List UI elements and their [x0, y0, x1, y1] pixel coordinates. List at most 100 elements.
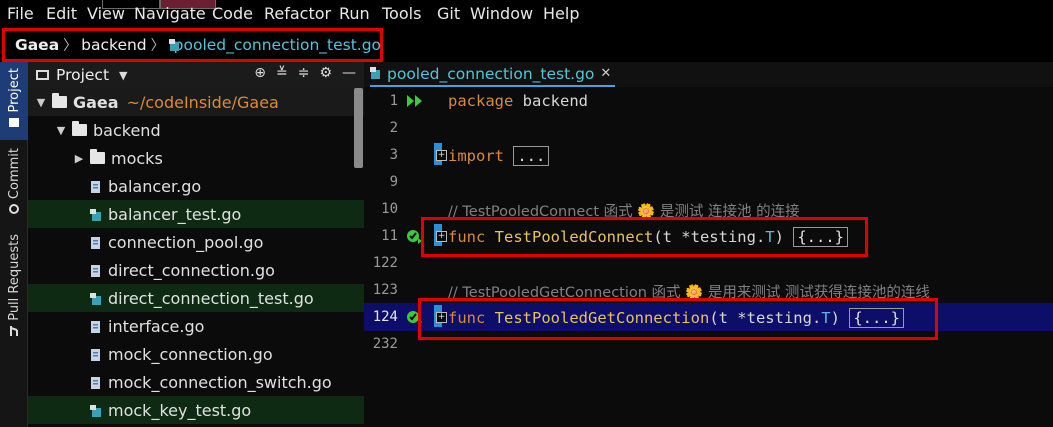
run-all-icon[interactable] [406, 94, 424, 108]
tree-item-direct-connection-test-go[interactable]: direct_connection_test.go [28, 284, 364, 312]
pull-request-icon [10, 325, 18, 336]
tool-tab-project-label: Project [6, 68, 22, 113]
tree-root[interactable]: ▼ Gaea ~/codeInside/Gaea [28, 88, 364, 116]
annotation-box [418, 298, 938, 340]
tree-item-label: mock_connection.go [108, 344, 273, 364]
folded-block[interactable]: ... [513, 146, 550, 166]
tree-item-mock-connection-go[interactable]: mock_connection.go [28, 340, 364, 368]
go-file-icon [90, 179, 101, 193]
menu-run[interactable]: Run [339, 4, 370, 23]
tree-scrollbar[interactable] [354, 88, 363, 168]
go-test-file-icon [370, 67, 382, 80]
tree-item-mock-key-test-go[interactable]: mock_key_test.go [28, 396, 364, 424]
line-number: 9 [389, 174, 398, 190]
tool-tab-commit[interactable]: Commit [0, 148, 28, 218]
line-number: 232 [372, 336, 398, 352]
folder-icon [9, 118, 19, 128]
tree-item-balancer-test-go[interactable]: balancer_test.go [28, 200, 364, 228]
chevron-down-icon[interactable]: ▼ [119, 69, 127, 82]
line-number: 2 [389, 120, 398, 136]
minimize-icon[interactable]: — [342, 65, 356, 81]
close-icon[interactable]: ✕ [600, 66, 611, 81]
tree-item-label: direct_connection.go [108, 260, 275, 280]
project-panel-header: Project ▼ ⊕ ≚ ≑ ⚙ — [28, 62, 364, 88]
go-file-icon [90, 347, 101, 361]
tool-window-strip: Project Commit Pull Requests [0, 62, 28, 427]
menu-window[interactable]: Window [470, 4, 533, 23]
breadcrumb: Gaea 〉 backend 〉 pooled_connection_test.… [2, 28, 383, 62]
locate-icon[interactable]: ⊕ [254, 65, 266, 81]
folder-icon [72, 121, 87, 136]
tree-item-label: direct_connection_test.go [108, 288, 314, 308]
project-view-icon [36, 70, 49, 80]
go-test-file-icon [90, 403, 101, 417]
line-number: 11 [381, 228, 398, 244]
line-number: 3 [389, 147, 398, 163]
tool-tab-pull-requests[interactable]: Pull Requests [0, 234, 28, 344]
go-test-file-icon [90, 291, 101, 305]
folder-icon [52, 93, 67, 108]
editor-tab-label: pooled_connection_test.go [387, 64, 595, 83]
tree-item-label: mocks [111, 148, 163, 168]
keyword: import [448, 147, 504, 165]
menu-file[interactable]: File [7, 4, 34, 23]
breadcrumb-folder[interactable]: backend [81, 36, 146, 54]
menu-edit[interactable]: Edit [46, 4, 77, 23]
tool-tab-pull-requests-label: Pull Requests [6, 234, 22, 321]
chevron-right-icon: 〉 [63, 38, 78, 54]
tree-item-balancer-go[interactable]: balancer.go [28, 172, 364, 200]
go-file-icon [90, 375, 101, 389]
tree-item-mocks[interactable]: ▶ mocks [28, 144, 364, 172]
package-name: backend [522, 92, 588, 110]
menu-view[interactable]: View [87, 4, 125, 23]
chevron-right-icon[interactable]: ▶ [72, 152, 86, 165]
expand-fold-icon[interactable]: + [436, 150, 447, 161]
line-number: 123 [372, 282, 398, 298]
breadcrumb-file[interactable]: pooled_connection_test.go [174, 36, 381, 54]
expand-all-icon[interactable]: ≚ [276, 65, 288, 81]
menu-code[interactable]: Code [212, 4, 253, 23]
tree-item-label: mock_key_test.go [108, 400, 252, 420]
go-file-icon [90, 319, 101, 333]
menu-bar: File Edit View Navigate Code Refactor Ru… [0, 0, 1053, 27]
menu-tools[interactable]: Tools [382, 4, 421, 23]
tree-item-backend[interactable]: ▼ backend [28, 116, 364, 144]
menu-navigate[interactable]: Navigate [134, 4, 206, 23]
menu-git[interactable]: Git [437, 4, 460, 23]
breadcrumb-root[interactable]: Gaea [15, 36, 59, 54]
tree-item-connection-pool-go[interactable]: connection_pool.go [28, 228, 364, 256]
collapse-all-icon[interactable]: ≑ [298, 65, 310, 81]
commit-icon [9, 204, 19, 215]
line-number: 10 [381, 201, 398, 217]
tool-tab-commit-label: Commit [6, 148, 22, 200]
tool-tab-project[interactable]: Project [0, 62, 28, 140]
tree-item-label: interface.go [108, 316, 205, 336]
menu-refactor[interactable]: Refactor [264, 4, 331, 23]
menu-help[interactable]: Help [543, 4, 579, 23]
tree-item-direct-connection-go[interactable]: direct_connection.go [28, 256, 364, 284]
tree-item-interface-go[interactable]: interface.go [28, 312, 364, 340]
tree-item-label: connection_pool.go [108, 232, 264, 252]
project-tree: ▼ Gaea ~/codeInside/Gaea ▼ backend ▶ moc… [28, 88, 364, 427]
gear-icon[interactable]: ⚙ [319, 65, 332, 81]
chevron-down-icon[interactable]: ▼ [54, 124, 68, 137]
tree-root-path: ~/codeInside/Gaea [126, 92, 279, 112]
go-file-icon [90, 235, 101, 249]
code-editor[interactable]: 1 2 3 9 10 11 122 123 124 232 + + + pack… [364, 87, 1053, 427]
tree-item-label: backend [93, 120, 161, 140]
chevron-down-icon[interactable]: ▼ [34, 96, 48, 109]
tree-item-mock-connection-switch-go[interactable]: mock_connection_switch.go [28, 368, 364, 396]
keyword: package [448, 92, 514, 110]
annotation-box [421, 217, 868, 257]
go-test-file-icon [90, 207, 101, 221]
tree-item-label: balancer.go [108, 176, 202, 196]
go-file-icon [90, 263, 101, 277]
project-panel-title[interactable]: Project [56, 66, 109, 84]
line-number: 1 [389, 93, 398, 109]
code-line-import: import ... [448, 146, 550, 166]
code-line-package: package backend [448, 92, 588, 110]
chevron-right-icon: 〉 [150, 38, 165, 54]
line-number: 124 [372, 309, 398, 325]
editor-tab[interactable]: pooled_connection_test.go ✕ [370, 62, 616, 87]
editor-tab-bar: pooled_connection_test.go ✕ [364, 62, 1053, 88]
